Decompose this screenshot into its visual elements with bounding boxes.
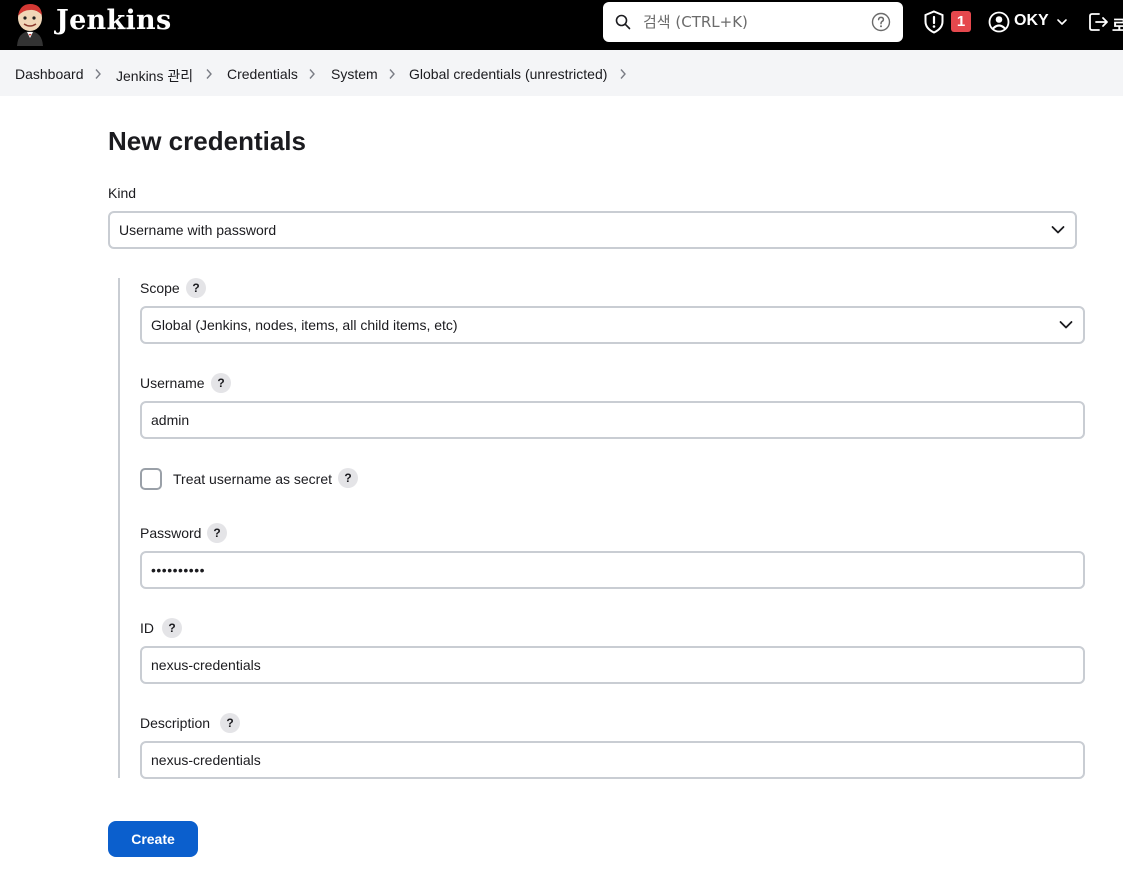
description-label: Description	[140, 715, 211, 731]
id-help-button[interactable]: ?	[162, 618, 182, 638]
search-icon	[615, 14, 631, 30]
user-avatar-icon[interactable]	[988, 11, 1010, 33]
breadcrumb: Dashboard Jenkins 관리 Credentials System …	[0, 50, 1123, 96]
id-input[interactable]: nexus-credentials	[140, 646, 1085, 684]
breadcrumb-system[interactable]: System	[331, 66, 378, 82]
scope-select[interactable]: Global (Jenkins, nodes, items, all child…	[140, 306, 1085, 344]
scope-value: Global (Jenkins, nodes, items, all child…	[151, 317, 458, 333]
username-value: admin	[151, 412, 190, 428]
chevron-right-icon	[206, 69, 212, 79]
chevron-right-icon[interactable]	[619, 68, 627, 80]
scope-label: Scope	[140, 280, 180, 296]
description-value: nexus-credentials	[151, 752, 261, 768]
treat-secret-label[interactable]: Treat username as secret	[173, 471, 332, 487]
page-title: New credentials	[108, 126, 306, 156]
description-input[interactable]: nexus-credentials	[140, 741, 1085, 779]
top-header: Jenkins 1 OKY 로	[0, 0, 1123, 50]
breadcrumb-global-credentials[interactable]: Global credentials (unrestricted)	[409, 66, 607, 82]
kind-label: Kind	[108, 185, 137, 201]
breadcrumb-jenkins-manage[interactable]: Jenkins 관리	[116, 66, 193, 86]
breadcrumb-credentials[interactable]: Credentials	[227, 66, 298, 82]
treat-secret-checkbox[interactable]	[140, 468, 162, 490]
chevron-right-icon	[95, 69, 101, 79]
security-count-badge[interactable]: 1	[951, 11, 971, 32]
security-shield-icon[interactable]	[923, 10, 945, 34]
chevron-right-icon	[309, 69, 315, 79]
breadcrumb-dashboard[interactable]: Dashboard	[15, 66, 84, 82]
id-value: nexus-credentials	[151, 657, 261, 673]
password-label: Password	[140, 525, 202, 541]
password-value: ••••••••••	[151, 562, 206, 578]
brand-name[interactable]: Jenkins	[56, 5, 171, 36]
kind-value: Username with password	[119, 222, 277, 238]
treat-secret-help-button[interactable]: ?	[338, 468, 358, 488]
nested-section-line	[118, 278, 120, 778]
id-label: ID	[140, 620, 154, 636]
create-button[interactable]: Create	[108, 821, 198, 857]
search-box[interactable]	[603, 2, 903, 42]
username-label: Username	[140, 375, 205, 391]
user-name[interactable]: OKY	[1014, 12, 1049, 30]
search-input[interactable]	[643, 10, 863, 34]
search-help-icon[interactable]	[871, 12, 891, 32]
username-input[interactable]: admin	[140, 401, 1085, 439]
logout-label[interactable]: 로	[1112, 12, 1123, 36]
jenkins-logo-icon[interactable]	[14, 2, 46, 46]
chevron-down-icon	[1059, 321, 1073, 329]
scope-help-button[interactable]: ?	[186, 278, 206, 298]
description-help-button[interactable]: ?	[220, 713, 240, 733]
username-help-button[interactable]: ?	[211, 373, 231, 393]
chevron-right-icon	[389, 69, 395, 79]
logout-icon[interactable]	[1087, 11, 1109, 33]
chevron-down-icon[interactable]	[1056, 17, 1068, 27]
kind-select[interactable]: Username with password	[108, 211, 1077, 249]
password-input[interactable]: ••••••••••	[140, 551, 1085, 589]
password-help-button[interactable]: ?	[207, 523, 227, 543]
chevron-down-icon	[1051, 226, 1065, 234]
